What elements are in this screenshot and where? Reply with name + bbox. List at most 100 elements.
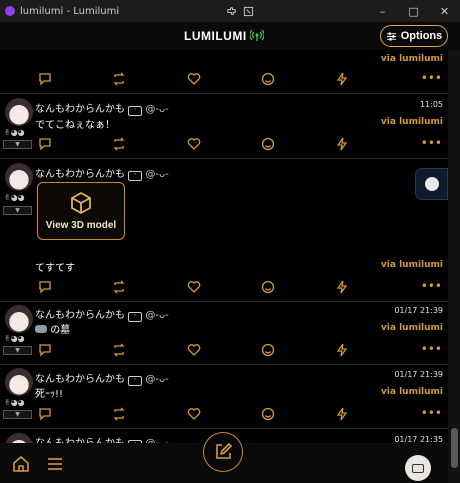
- reply-icon[interactable]: [38, 406, 52, 421]
- post-client-label: via lumilumi: [380, 260, 443, 270]
- post-actions: •••: [0, 406, 448, 422]
- reply-icon[interactable]: [38, 136, 52, 151]
- reply-icon[interactable]: [38, 279, 52, 294]
- reaction-icon[interactable]: [261, 342, 275, 357]
- post-username[interactable]: なんもわからんかも ᵔ @-ᴗ-: [35, 306, 169, 322]
- post-timestamp[interactable]: 01/17 21:39: [394, 370, 443, 379]
- timeline-feed: via lumilumi ••• ✌◕◕ ▼ なんもわからんかも ᵔ @-ᴗ- …: [0, 50, 448, 483]
- post-text-content: の墓: [50, 325, 71, 336]
- reaction-icon[interactable]: [261, 71, 275, 86]
- custom-emoji-icon: ᵔ: [128, 106, 143, 116]
- repost-icon[interactable]: [112, 406, 126, 421]
- window-titlebar: lumilumi - Lumilumi – □ ✕: [0, 0, 460, 22]
- connection-signal-icon: [250, 29, 264, 41]
- avatar[interactable]: [5, 368, 33, 396]
- sliders-icon: [386, 31, 396, 41]
- post-text: の墓: [35, 321, 70, 336]
- post-divider: [0, 93, 448, 94]
- post-username[interactable]: なんもわからんかも ᵔ @-ᴗ-: [35, 370, 169, 386]
- view-3d-model-label: View 3D model: [45, 220, 117, 231]
- post-text: 死ｰｯ!!: [35, 389, 64, 400]
- browser-menu-icon[interactable]: [243, 6, 254, 17]
- post-actions: •••: [0, 279, 448, 295]
- close-button[interactable]: ✕: [429, 0, 460, 22]
- cube-icon: [71, 192, 91, 214]
- user-badge-icons: ✌◕◕: [4, 193, 25, 202]
- zap-icon[interactable]: [335, 136, 349, 151]
- window-title: lumilumi - Lumilumi: [20, 5, 120, 17]
- repost-icon[interactable]: [112, 279, 126, 294]
- zap-icon[interactable]: [335, 342, 349, 357]
- more-icon[interactable]: •••: [421, 71, 442, 85]
- user-handle: @-ᴗ-: [145, 374, 169, 385]
- custom-emoji-icon: ᵔ: [128, 312, 143, 322]
- side-floating-button[interactable]: [415, 168, 448, 200]
- more-icon[interactable]: •••: [421, 342, 442, 356]
- custom-emoji-icon: ᵔ: [128, 376, 143, 386]
- reaction-icon[interactable]: [261, 406, 275, 421]
- post-actions: •••: [0, 136, 448, 152]
- reaction-icon[interactable]: [261, 136, 275, 151]
- account-avatar-icon: [424, 177, 439, 191]
- post-actions: •••: [0, 71, 448, 87]
- avatar[interactable]: [5, 305, 33, 333]
- post-timestamp[interactable]: 11:05: [420, 100, 443, 109]
- minimize-button[interactable]: –: [367, 0, 398, 22]
- zap-icon[interactable]: [335, 406, 349, 421]
- menu-icon[interactable]: [46, 455, 64, 473]
- account-avatar[interactable]: [405, 455, 431, 481]
- display-name: なんもわからんかも: [35, 169, 125, 180]
- heart-icon[interactable]: [187, 71, 201, 85]
- scrollbar[interactable]: [448, 50, 460, 483]
- post-username[interactable]: なんもわからんかも ᵔ @-ᴗ-: [35, 165, 169, 181]
- display-name: なんもわからんかも: [35, 374, 125, 385]
- user-handle: @-ᴗ-: [145, 169, 169, 180]
- post-client-label: via lumilumi: [380, 54, 443, 64]
- more-icon[interactable]: •••: [421, 279, 442, 293]
- home-icon[interactable]: [12, 455, 30, 473]
- post-username[interactable]: なんもわからんかも ᵔ @-ᴗ-: [35, 100, 169, 116]
- custom-emoji-icon: ᵔ: [128, 171, 143, 181]
- post-divider: [0, 158, 448, 159]
- options-button[interactable]: Options: [380, 25, 448, 47]
- compose-button[interactable]: [203, 432, 243, 472]
- scrollbar-thumb[interactable]: [451, 428, 458, 468]
- zap-icon[interactable]: [335, 71, 349, 86]
- options-label: Options: [400, 30, 443, 42]
- post-client-label: via lumilumi: [380, 387, 443, 397]
- avatar[interactable]: [5, 163, 33, 191]
- extension-icon[interactable]: [226, 6, 237, 17]
- post-divider: [0, 364, 448, 365]
- reply-icon[interactable]: [38, 71, 52, 86]
- post-client-label: via lumilumi: [380, 117, 443, 127]
- maximize-button[interactable]: □: [398, 0, 429, 22]
- app-header: LUMILUMI Options: [0, 22, 460, 50]
- more-icon[interactable]: •••: [421, 136, 442, 150]
- repost-icon[interactable]: [112, 136, 126, 151]
- post-divider: [0, 428, 448, 429]
- user-handle: @-ᴗ-: [145, 310, 169, 321]
- more-icon[interactable]: •••: [421, 406, 442, 420]
- brand-title: LUMILUMI: [184, 29, 247, 43]
- heart-icon[interactable]: [187, 342, 201, 356]
- view-3d-model-button[interactable]: View 3D model: [37, 182, 125, 240]
- heart-icon[interactable]: [187, 136, 201, 150]
- post-actions: •••: [0, 342, 448, 358]
- repost-icon[interactable]: [112, 342, 126, 357]
- display-name: なんもわからんかも: [35, 310, 125, 321]
- post-client-label: via lumilumi: [380, 323, 443, 333]
- user-badge-box: ▼: [3, 206, 32, 215]
- app-icon: [5, 6, 15, 16]
- post-text: でてこねぇなぁ！: [35, 120, 115, 131]
- post-text: てすてす: [35, 263, 76, 274]
- compose-icon: [216, 443, 232, 459]
- zap-icon[interactable]: [335, 279, 349, 294]
- heart-icon[interactable]: [187, 406, 201, 420]
- post-timestamp[interactable]: 01/17 21:39: [394, 306, 443, 315]
- heart-icon[interactable]: [187, 279, 201, 293]
- reaction-icon[interactable]: [261, 279, 275, 294]
- reply-icon[interactable]: [38, 342, 52, 357]
- avatar[interactable]: [5, 98, 33, 126]
- user-handle: @-ᴗ-: [145, 104, 169, 115]
- repost-icon[interactable]: [112, 71, 126, 86]
